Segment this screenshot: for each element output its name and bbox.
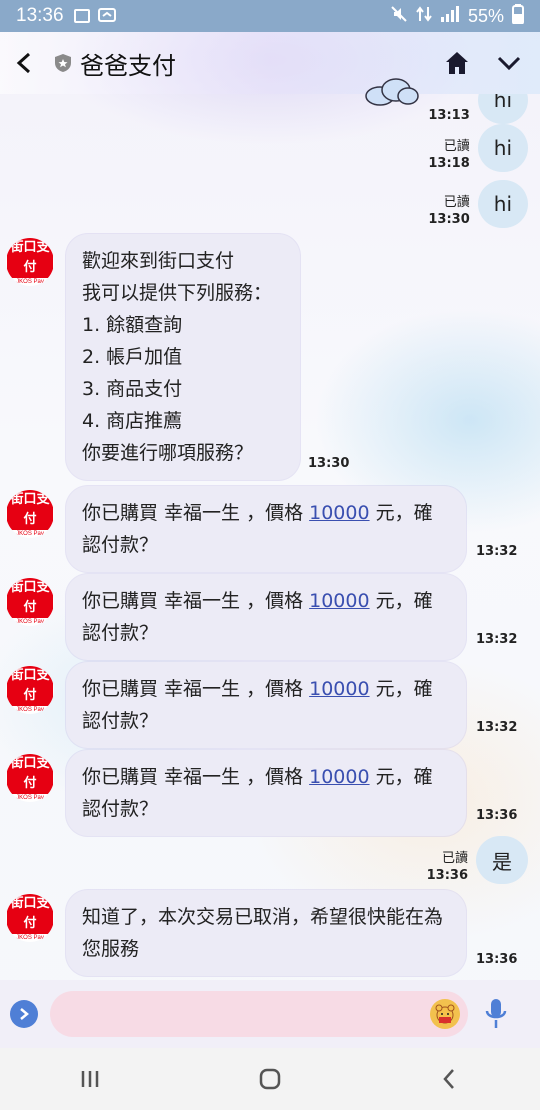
message-time: 13:18	[428, 156, 470, 171]
message-time: 13:36	[476, 808, 518, 823]
chat-history[interactable]: 13:13 hi 已讀 13:18 hi 已讀 13:30 hi 街口支付 JK…	[0, 94, 540, 980]
message-time: 13:32	[476, 544, 518, 559]
avatar-sub: JKOS Pay	[16, 531, 44, 537]
shield-icon	[55, 54, 71, 72]
avatar-sub: JKOS Pay	[16, 619, 44, 625]
message-bubble: hi	[477, 124, 528, 172]
chat-header: 爸爸支付	[0, 32, 540, 106]
message-meta: 13:13	[428, 107, 469, 124]
avatar[interactable]: 街口支付 JKOS Pay	[6, 754, 54, 802]
chevron-left-icon	[16, 52, 31, 74]
message-meta: 已讀 13:18	[428, 138, 469, 172]
avatar-logo: 街口支付	[7, 578, 53, 618]
chevron-down-icon[interactable]	[496, 50, 522, 76]
message-bubble: 你已購買 幸福一生 ，價格 10000 元，確認付款？	[66, 486, 466, 572]
message-bubble: 你已購買 幸福一生 ，價格 10000 元，確認付款？	[66, 662, 466, 748]
avatar-sub: JKOS Pay	[16, 279, 44, 285]
amount-link[interactable]: 10000	[309, 502, 369, 524]
message-line: 2. 帳戶加值	[82, 346, 183, 368]
back-button[interactable]	[0, 32, 50, 94]
gallery-icon	[73, 9, 90, 23]
message-time: 13:13	[428, 108, 470, 123]
message-bubble: 你已購買 幸福一生 ，價格 10000 元，確認付款？	[66, 750, 466, 836]
signal-icon	[440, 5, 460, 27]
message-time: 13:30	[428, 212, 470, 227]
message-time: 13:32	[476, 720, 518, 735]
status-time: 13:36	[16, 5, 64, 26]
read-receipt: 已讀	[441, 851, 468, 866]
message-line: 3. 商品支付	[82, 378, 183, 400]
outgoing-message: 已讀 13:30 hi	[428, 180, 528, 228]
read-receipt: 已讀	[443, 195, 470, 210]
avatar-logo: 街口支付	[7, 238, 53, 278]
system-nav-bar	[0, 1048, 540, 1110]
battery-icon	[512, 3, 524, 29]
message-bubble: 知道了，本次交易已取消，希望很快能在為您服務	[66, 890, 466, 976]
amount-link[interactable]: 10000	[309, 678, 369, 700]
message-bubble: 歡迎來到街口支付 我可以提供下列服務： 1. 餘額查詢 2. 帳戶加值 3. 商…	[66, 234, 300, 480]
avatar[interactable]: 街口支付 JKOS Pay	[6, 894, 54, 942]
message-line: 1. 餘額查詢	[82, 314, 183, 336]
outgoing-message: 13:13 hi	[428, 94, 528, 124]
avatar[interactable]: 街口支付 JKOS Pay	[6, 578, 54, 626]
avatar[interactable]: 街口支付 JKOS Pay	[6, 490, 54, 538]
message-input[interactable]	[50, 991, 410, 1037]
avatar-logo: 街口支付	[7, 894, 53, 934]
message-bubble: 是	[476, 836, 528, 884]
message-bubble: 你已購買 幸福一生 ，價格 10000 元，確認付款？	[66, 574, 466, 660]
message-time: 13:36	[476, 952, 518, 967]
sticker-icon[interactable]	[430, 999, 460, 1029]
avatar[interactable]: 街口支付 JKOS Pay	[6, 666, 54, 714]
battery-percent: 55%	[467, 5, 504, 26]
avatar-logo: 街口支付	[7, 666, 53, 706]
avatar[interactable]: 街口支付 JKOS Pay	[6, 238, 54, 286]
back-nav-icon[interactable]	[438, 1067, 462, 1091]
avatar-sub: JKOS Pay	[16, 795, 44, 801]
message-meta: 已讀 13:30	[428, 194, 469, 228]
mute-icon	[390, 5, 408, 28]
avatar-logo: 街口支付	[7, 754, 53, 794]
amount-link[interactable]: 10000	[309, 590, 369, 612]
message-bubble: hi	[477, 94, 528, 124]
message-line: 歡迎來到街口支付	[82, 250, 235, 272]
chevron-right-icon	[20, 1008, 29, 1020]
microphone-icon[interactable]	[484, 997, 508, 1031]
outgoing-message: 已讀 13:18 hi	[428, 124, 528, 172]
home-nav-icon[interactable]	[258, 1067, 282, 1091]
message-input-bar	[0, 980, 540, 1048]
avatar-sub: JKOS Pay	[16, 707, 44, 713]
message-bubble: hi	[477, 180, 528, 228]
read-receipt: 已讀	[443, 139, 470, 154]
message-line: 我可以提供下列服務：	[82, 282, 273, 304]
notification-icon	[97, 6, 116, 27]
avatar-sub: JKOS Pay	[16, 935, 44, 941]
status-bar: 13:36 55%	[0, 0, 540, 32]
amount-link[interactable]: 10000	[309, 766, 369, 788]
chat-title: 爸爸支付	[80, 52, 176, 80]
message-time: 13:32	[476, 632, 518, 647]
avatar-logo: 街口支付	[7, 490, 53, 530]
message-meta: 已讀 13:36	[427, 850, 468, 884]
message-line: 你要進行哪項服務？	[82, 442, 254, 464]
message-time: 13:30	[308, 456, 350, 471]
expand-button[interactable]	[10, 1000, 38, 1028]
message-field[interactable]	[50, 991, 468, 1037]
home-icon[interactable]	[444, 50, 470, 76]
data-icon	[416, 5, 432, 28]
outgoing-message: 已讀 13:36 是	[427, 836, 528, 884]
recent-apps-icon[interactable]	[78, 1067, 102, 1091]
message-line: 4. 商店推薦	[82, 410, 183, 432]
message-time: 13:36	[426, 868, 468, 883]
